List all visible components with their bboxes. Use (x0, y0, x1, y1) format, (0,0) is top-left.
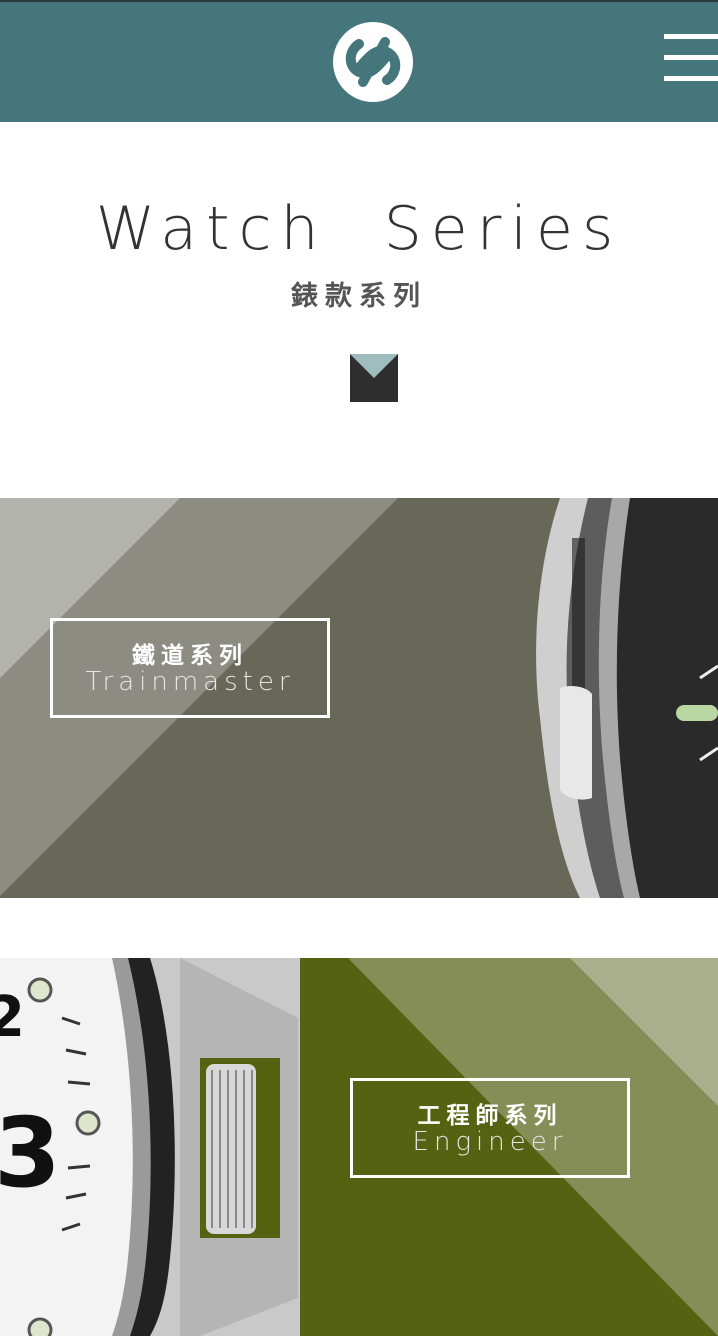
trainmaster-name-en: Trainmaster (85, 667, 295, 697)
svg-text:2: 2 (0, 985, 25, 1050)
engineer-name-en: Engineer (412, 1127, 568, 1157)
svg-text:3: 3 (0, 1097, 61, 1209)
series-banner-engineer[interactable]: 3 2 工程師系列 Engineer (0, 958, 718, 1336)
engineer-name-zh: 工程師系列 (417, 1103, 563, 1129)
page-title: Watch Series (95, 194, 623, 264)
trainmaster-label-button[interactable]: 鐵道系列 Trainmaster (50, 618, 330, 718)
series-banner-trainmaster[interactable]: 鐵道系列 Trainmaster (0, 498, 718, 898)
site-header (0, 2, 718, 122)
brand-logo-icon[interactable] (333, 22, 413, 102)
chevron-down-icon[interactable] (350, 354, 398, 402)
page-subtitle: 錶款系列 (291, 281, 427, 312)
trainmaster-name-zh: 鐵道系列 (132, 643, 248, 669)
engineer-label-button[interactable]: 工程師系列 Engineer (350, 1078, 630, 1178)
hamburger-menu-icon[interactable] (664, 34, 718, 82)
